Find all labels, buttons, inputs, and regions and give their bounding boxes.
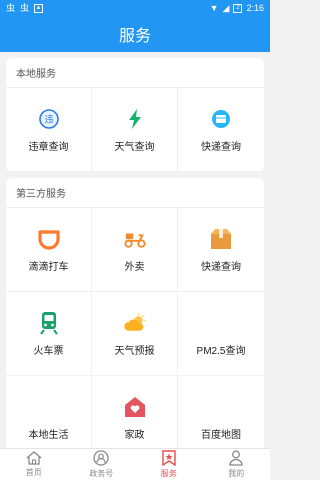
status-bar: 虫 虫 ▲ ▼ ◢ 2 2:16 <box>0 0 270 16</box>
pm25-icon-placeholder <box>209 311 233 335</box>
bug-icon: 虫 <box>6 2 16 13</box>
weather-icon <box>123 311 147 335</box>
service-didi[interactable]: 滴滴打车 <box>6 208 92 292</box>
service-pm25[interactable]: PM2.5查询 <box>178 292 264 376</box>
clock: 2:16 <box>246 3 264 13</box>
status-right: ▼ ◢ 2 2:16 <box>210 3 264 13</box>
download-box-icon: ▲ <box>34 3 44 13</box>
person-icon <box>229 450 243 466</box>
service-grid: 滴滴打车 外卖 快递查询 火车票 天气预报 PM2.5查询 本地生活 家政 百度… <box>6 208 264 448</box>
lightning-icon <box>123 107 147 131</box>
service-package-query[interactable]: 快递查询 <box>178 208 264 292</box>
signal-icon: ◢ <box>222 2 230 13</box>
local-life-icon-placeholder <box>37 395 61 419</box>
page-title: 服务 <box>118 28 151 45</box>
title-bar: 服务 <box>0 16 270 52</box>
didi-icon <box>37 227 61 251</box>
wifi-icon: ▼ <box>209 2 219 13</box>
status-left: 虫 虫 ▲ <box>6 2 44 13</box>
service-express-query[interactable]: 快递查询 <box>178 88 264 172</box>
local-services-card: 本地服务 违 违章查询 天气查询 快递查询 <box>6 58 264 172</box>
third-party-services-card: 第三方服务 滴滴打车 外卖 快递查询 火车票 天气预报 PM2.5查询 本地生活… <box>6 178 264 448</box>
scooter-icon <box>123 227 147 251</box>
section-title: 本地服务 <box>6 58 264 88</box>
bug-icon: 虫 <box>20 2 30 13</box>
profile-badge-icon <box>93 450 109 466</box>
service-baidu-map[interactable]: 百度地图 <box>178 376 264 448</box>
service-train-ticket[interactable]: 火车票 <box>6 292 92 376</box>
express-icon <box>209 107 233 131</box>
tab-gov-accounts[interactable]: 政务号 <box>68 449 136 480</box>
train-icon <box>37 311 61 335</box>
battery-icon: 2 <box>233 3 243 13</box>
house-heart-icon <box>123 395 147 419</box>
services-content: 本地服务 违 违章查询 天气查询 快递查询 第三方服务 滴滴打车 外卖 快递查询… <box>0 52 270 448</box>
tab-me[interactable]: 我的 <box>203 449 271 480</box>
tab-services[interactable]: 服务 <box>135 449 203 480</box>
section-title: 第三方服务 <box>6 178 264 208</box>
package-icon <box>209 227 233 251</box>
service-weather-forecast[interactable]: 天气预报 <box>92 292 178 376</box>
service-housekeeping[interactable]: 家政 <box>92 376 178 448</box>
service-weather-query[interactable]: 天气查询 <box>92 88 178 172</box>
bottom-tab-bar: 首页 政务号 服务 我的 <box>0 448 270 480</box>
baidu-map-icon-placeholder <box>209 395 233 419</box>
tab-home[interactable]: 首页 <box>0 449 68 480</box>
service-local-life[interactable]: 本地生活 <box>6 376 92 448</box>
violation-icon: 违 <box>37 107 61 131</box>
bookmark-star-icon <box>162 450 176 466</box>
service-grid: 违 违章查询 天气查询 快递查询 <box>6 88 264 172</box>
service-violation[interactable]: 违 违章查询 <box>6 88 92 172</box>
home-icon <box>26 451 42 465</box>
svg-text:违: 违 <box>44 114 53 124</box>
service-takeout[interactable]: 外卖 <box>92 208 178 292</box>
